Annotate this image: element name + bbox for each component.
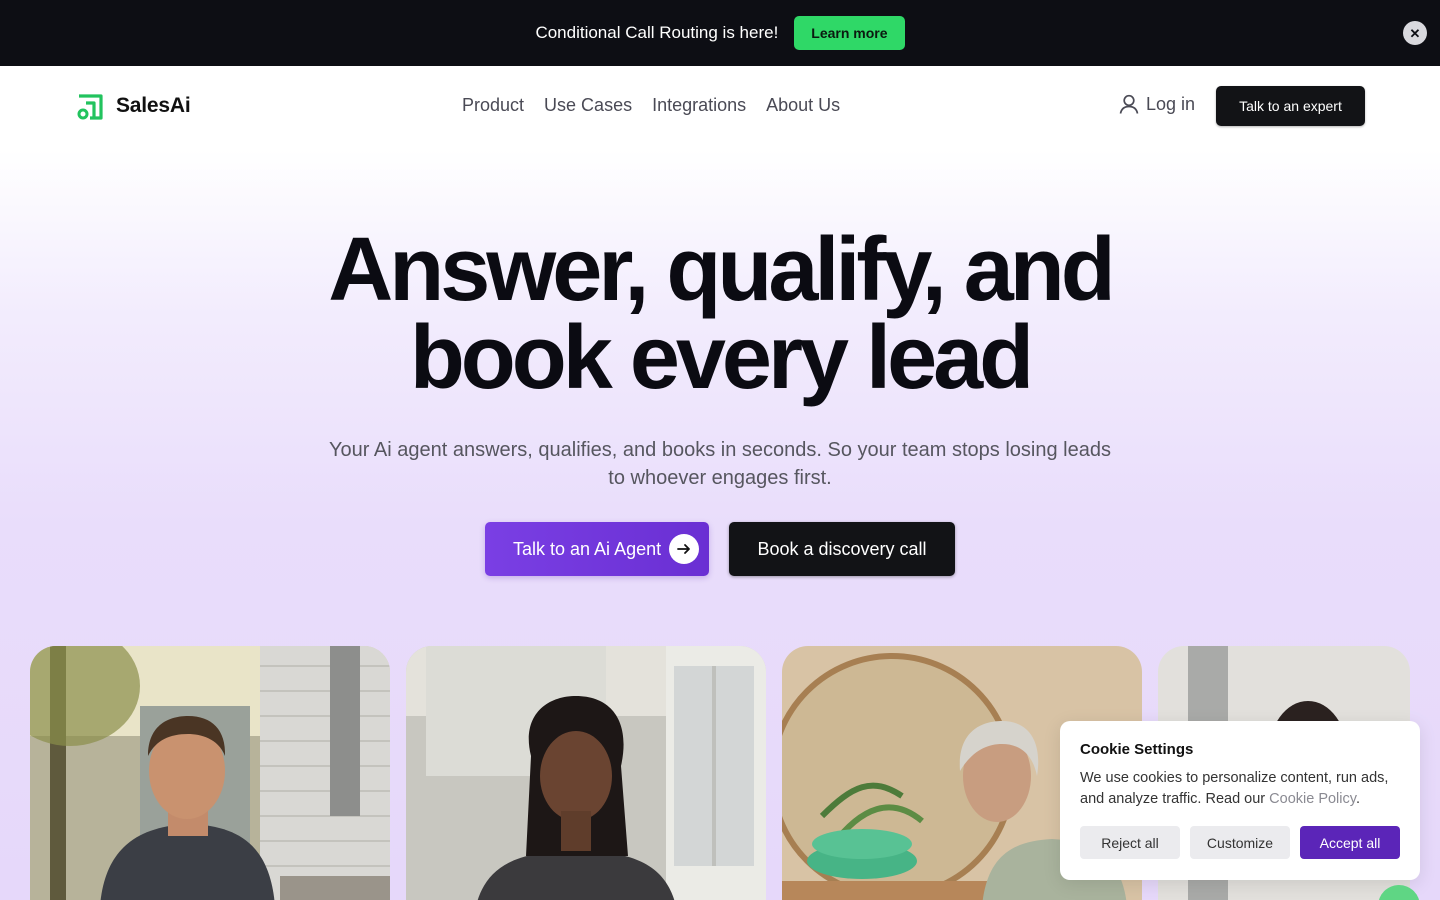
- customize-button[interactable]: Customize: [1190, 826, 1290, 859]
- nav-item-product[interactable]: Product: [462, 95, 524, 116]
- headline-line-2: book every lead: [409, 308, 1034, 408]
- brand-logo[interactable]: SalesAi: [76, 91, 191, 121]
- talk-to-ai-agent-label: Talk to an Ai Agent: [513, 538, 662, 559]
- nav-item-about-us[interactable]: About Us: [766, 95, 840, 116]
- close-icon[interactable]: ✕: [1403, 21, 1427, 45]
- top-nav: SalesAi Product Use Cases Integrations A…: [0, 66, 1440, 146]
- headline-line-1: Answer, qualify, and: [328, 220, 1116, 320]
- nav-item-integrations[interactable]: Integrations: [652, 95, 746, 116]
- talk-to-ai-agent-button[interactable]: Talk to an Ai Agent: [485, 522, 709, 576]
- logo-icon: [77, 94, 103, 120]
- brand-name: SalesAi: [116, 94, 191, 117]
- nav-links: Product Use Cases Integrations About Us: [462, 95, 860, 116]
- cookie-buttons: Reject all Customize Accept all: [1080, 826, 1400, 859]
- login-link[interactable]: Log in: [1118, 93, 1195, 115]
- announcement-text: Conditional Call Routing is here!: [535, 23, 779, 42]
- reject-all-button[interactable]: Reject all: [1080, 826, 1180, 859]
- talk-to-expert-button[interactable]: Talk to an expert: [1216, 86, 1365, 126]
- arrow-right-icon: [669, 534, 699, 564]
- cookie-period: .: [1355, 791, 1360, 807]
- cookie-description: We use cookies to personalize content, r…: [1080, 768, 1400, 810]
- announcement-bar: Conditional Call Routing is here! Learn …: [0, 0, 1440, 66]
- hero-cta-row: Talk to an Ai Agent Book a discovery cal…: [485, 522, 955, 576]
- login-label: Log in: [1146, 93, 1196, 114]
- user-icon: [1119, 94, 1139, 114]
- photo-card-technician: [30, 646, 390, 900]
- hero-subheading: Your Ai agent answers, qualifies, and bo…: [329, 439, 1111, 489]
- cookie-policy-link[interactable]: Cookie Policy: [1269, 791, 1356, 807]
- accept-all-button[interactable]: Accept all: [1300, 826, 1400, 859]
- book-discovery-call-button[interactable]: Book a discovery call: [729, 522, 955, 576]
- cookie-title: Cookie Settings: [1080, 741, 1194, 758]
- nav-item-use-cases[interactable]: Use Cases: [544, 95, 632, 116]
- hero-headline: Answer, qualify, and book every lead: [0, 220, 1440, 408]
- learn-more-button[interactable]: Learn more: [794, 16, 905, 50]
- cookie-settings-panel: Cookie Settings We use cookies to person…: [1060, 721, 1420, 880]
- photo-card-receptionist: [406, 646, 766, 900]
